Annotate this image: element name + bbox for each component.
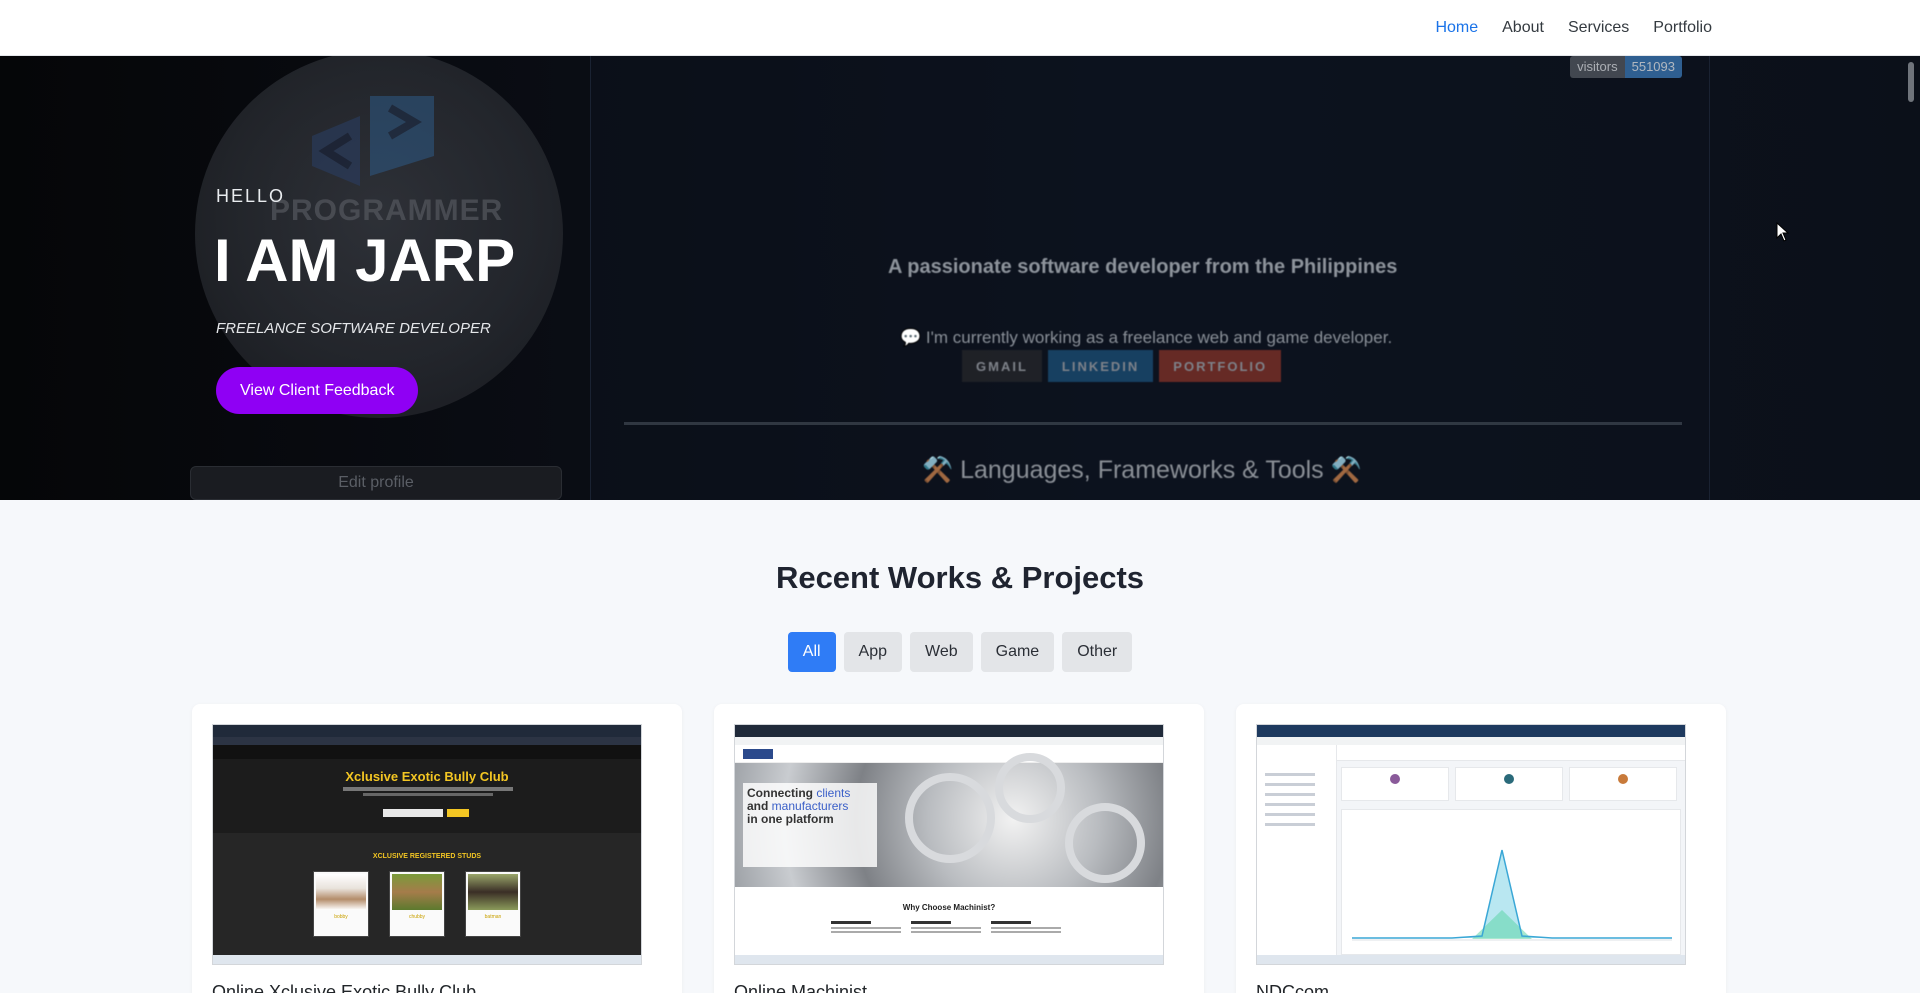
hero-greeting: HELLO (216, 186, 286, 206)
hero-section: PROGRAMMER visitors 551093 A passionate … (0, 56, 1920, 500)
nav-link-about[interactable]: About (1502, 19, 1544, 37)
nav-link-portfolio[interactable]: Portfolio (1653, 19, 1712, 37)
project-card[interactable]: Xclusive Exotic Bully Club XCLUSIVE REGI… (192, 704, 682, 993)
visitor-badge: visitors 551093 (1570, 56, 1682, 78)
filter-other-button[interactable]: Other (1062, 632, 1133, 672)
project-card[interactable]: NDCcom (1236, 704, 1726, 993)
thumb-dashboard-chart (1341, 809, 1681, 955)
code-brackets-icon (312, 96, 434, 186)
top-navbar: Home About Services Portfolio (0, 0, 1920, 56)
hero-subtitle: FREELANCE SOFTWARE DEVELOPER (216, 320, 491, 337)
nav-links: Home About Services Portfolio (1435, 0, 1712, 56)
hero-bg-working-line: 💬 I'm currently working as a freelance w… (900, 328, 1393, 347)
thumb-dog-name: batman (484, 914, 502, 920)
project-filters: All App Web Game Other (0, 632, 1920, 672)
filter-app-button[interactable]: App (843, 632, 903, 672)
thumb-dog-name: bobby (334, 914, 348, 920)
machinist-logo (743, 749, 773, 759)
visitor-label: visitors (1570, 56, 1625, 78)
hero-bg-languages-heading: ⚒️ Languages, Frameworks & Tools ⚒️ (922, 456, 1362, 484)
thumb-dog-name: chubby (408, 914, 426, 920)
visitor-count: 551093 (1624, 56, 1682, 78)
project-thumbnail[interactable]: Xclusive Exotic Bully Club XCLUSIVE REGI… (212, 724, 642, 965)
nav-link-services[interactable]: Services (1568, 19, 1629, 37)
linkedin-badge: LINKEDIN (1047, 350, 1154, 382)
project-title[interactable]: Online Machinist (734, 982, 867, 993)
hero-bg-logo-text: PROGRAMMER (270, 194, 504, 227)
hero-bg-edit-profile: Edit profile (190, 466, 562, 500)
nav-link-home[interactable]: Home (1435, 19, 1478, 37)
thumb-heading: Xclusive Exotic Bully Club (345, 769, 509, 784)
hero-title: I AM JARP (214, 227, 516, 294)
filter-game-button[interactable]: Game (980, 632, 1055, 672)
hero-bg-badges: GMAIL LINKEDIN PORTFOLIO (962, 350, 1282, 382)
view-client-feedback-button[interactable]: View Client Feedback (216, 367, 419, 414)
project-title[interactable]: NDCcom (1256, 982, 1329, 993)
thumb-section-heading: XCLUSIVE REGISTERED STUDS (372, 853, 482, 860)
mouse-cursor-icon (1776, 222, 1790, 242)
hero-scrollbar-thumb[interactable] (1908, 62, 1914, 102)
project-thumbnail[interactable]: Connecting clients and manufacturers in on… (734, 724, 1164, 965)
gmail-badge: GMAIL (962, 350, 1042, 382)
filter-web-button[interactable]: Web (910, 632, 973, 672)
hero-bg-tagline: A passionate software developer from the… (888, 256, 1398, 278)
project-card[interactable]: Connecting clients and manufacturers in on… (714, 704, 1204, 993)
hero-bg-divider (624, 422, 1682, 425)
project-thumbnail[interactable] (1256, 724, 1686, 965)
portfolio-badge: PORTFOLIO (1159, 350, 1282, 382)
thumb-heading: Connecting clients and manufacturers in on… (747, 786, 851, 826)
project-title[interactable]: Online Xclusive Exotic Bully Club (212, 982, 476, 993)
filter-all-button[interactable]: All (787, 632, 836, 672)
works-section-title: Recent Works & Projects (775, 560, 1145, 595)
thumb-section-heading: Why Choose Machinist? (902, 903, 996, 912)
